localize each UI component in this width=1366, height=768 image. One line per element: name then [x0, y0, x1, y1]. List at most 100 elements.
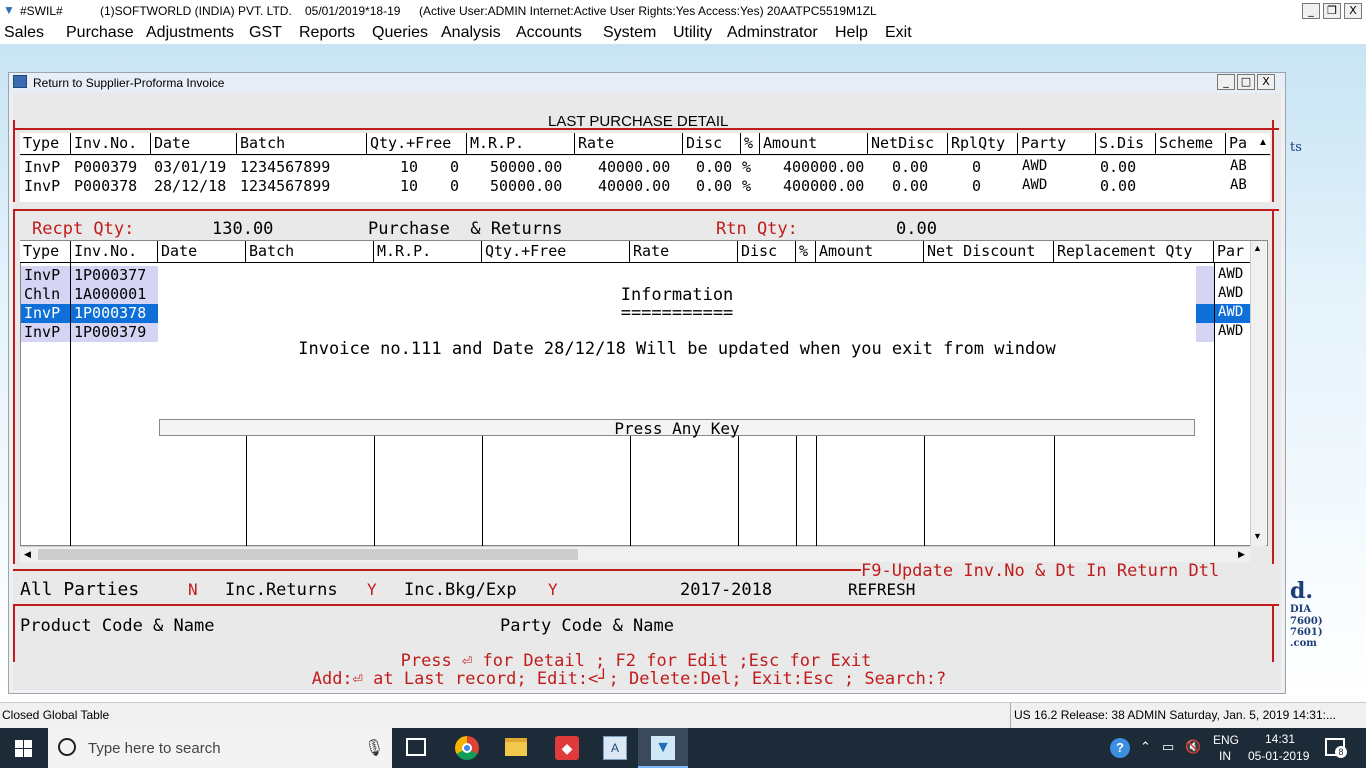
background-text: DIA [1290, 604, 1312, 615]
notification-icon[interactable]: 8 [1325, 738, 1347, 758]
col-rate: Rate [575, 133, 683, 155]
scroll-thumb[interactable] [38, 549, 578, 560]
child-maximize-button[interactable]: □ [1237, 74, 1255, 90]
table-row[interactable]: InvP P000379 03/01/19 1234567899 10 0 50… [20, 158, 1270, 177]
chevron-up-icon[interactable]: ⌃ [1140, 739, 1151, 755]
help-icon[interactable]: ? [1110, 738, 1130, 758]
grid-line [1054, 436, 1055, 546]
status-left: Closed Global Table [2, 708, 110, 722]
cell-type: InvP [24, 158, 61, 176]
background-text: ts [1290, 140, 1302, 155]
cell-free: 0 [450, 158, 460, 176]
cell-inv: 1P000379 [74, 323, 147, 341]
cell-pct: % [742, 158, 752, 176]
notification-count: 8 [1335, 746, 1347, 758]
col-amount: Amount [816, 241, 924, 263]
app-restore-button[interactable]: ❐ [1323, 3, 1341, 19]
inc-returns-label: Inc.Returns [225, 580, 338, 600]
dialog-underline: =========== [620, 303, 734, 323]
microphone-icon[interactable]: 🎙 [364, 738, 384, 758]
menu-purchase[interactable]: Purchase [66, 24, 134, 42]
clock-date[interactable]: 05-01-2019 [1248, 749, 1309, 763]
clock-time[interactable]: 14:31 [1265, 732, 1295, 746]
red-border [13, 209, 15, 564]
col-batch: Batch [246, 241, 374, 263]
menu-adjustments[interactable]: Adjustments [146, 24, 234, 42]
inc-returns-value[interactable]: Y [367, 580, 377, 599]
all-parties-value[interactable]: N [188, 580, 198, 599]
table-row[interactable]: InvP P000378 28/12/18 1234567899 10 0 50… [20, 177, 1270, 196]
file-explorer-icon[interactable] [505, 738, 527, 756]
dialog-footer: Press Any Key [614, 419, 740, 438]
region-label[interactable]: IN [1219, 749, 1231, 763]
refresh-button[interactable]: REFRESH [848, 580, 915, 599]
col-mrp: M.R.P. [374, 241, 482, 263]
anydesk-icon[interactable]: ◆ [555, 736, 579, 760]
col-sdis: S.Dis [1096, 133, 1156, 155]
task-view-icon[interactable] [406, 738, 426, 756]
cell-rplqty: 0 [972, 158, 982, 176]
menu-help[interactable]: Help [835, 24, 868, 42]
menu-exit[interactable]: Exit [885, 24, 912, 42]
col-disc: Disc [738, 241, 796, 263]
app-shortcut-icon[interactable]: A [603, 736, 627, 760]
help-line-1: Press ⏎ for Detail ; F2 for Edit ;Esc fo… [400, 651, 872, 671]
app-minimize-button[interactable]: _ [1302, 3, 1320, 19]
col-scheme: Scheme [1156, 133, 1226, 155]
scroll-down-icon[interactable]: ▼ [1253, 531, 1262, 541]
menu-administrator[interactable]: Adminstrator [727, 24, 818, 42]
background-text: d. [1290, 578, 1314, 604]
scroll-up-icon[interactable]: ▲ [1253, 243, 1262, 253]
col-amount: Amount [760, 133, 868, 155]
scroll-right-icon[interactable]: ▶ [1238, 549, 1245, 560]
language-label[interactable]: ENG [1213, 733, 1239, 747]
last-purchase-rows: InvP P000379 03/01/19 1234567899 10 0 50… [20, 156, 1270, 202]
grid-line [374, 436, 375, 546]
background-text: 7601) [1290, 627, 1323, 638]
swil-taskbar-item[interactable]: ▼ [638, 728, 688, 768]
menu-utility[interactable]: Utility [673, 24, 712, 42]
status-bar: Closed Global Table US 16.2 Release: 38 … [0, 702, 1366, 729]
window-title: Return to Supplier-Proforma Invoice [33, 76, 225, 90]
menu-sales[interactable]: Sales [4, 24, 44, 42]
col-type: Type [20, 133, 71, 155]
cell-inv: 1A000001 [74, 285, 147, 303]
child-close-button[interactable]: X [1257, 74, 1275, 90]
horizontal-scrollbar[interactable]: ◀ ▶ [20, 546, 1250, 562]
chrome-icon[interactable] [455, 736, 479, 760]
f9-hint[interactable]: F9-Update Inv.No & Dt In Return Dtl [861, 561, 1219, 581]
rtn-qty-label: Rtn Qty: [716, 219, 798, 239]
inc-bkg-value[interactable]: Y [548, 580, 558, 599]
child-minimize-button[interactable]: _ [1217, 74, 1235, 90]
inc-bkg-label: Inc.Bkg/Exp [404, 580, 517, 600]
windows-start-icon[interactable] [15, 740, 33, 758]
taskbar-search-box[interactable]: Type here to search 🎙 [48, 728, 392, 768]
volume-muted-icon[interactable]: 🔇 [1185, 739, 1201, 755]
scroll-left-icon[interactable]: ◀ [24, 549, 31, 560]
cell-date: 28/12/18 [154, 177, 227, 195]
cell-inv: P000378 [74, 177, 138, 195]
product-code-label: Product Code & Name [20, 616, 215, 636]
menu-analysis[interactable]: Analysis [441, 24, 501, 42]
cell-party: AWD [1218, 304, 1244, 320]
cell-sdis: 0.00 [1100, 158, 1137, 176]
menu-bar: Sales Purchase Adjustments GST Reports Q… [0, 22, 1366, 44]
col-qty-free: Qty.+Free [367, 133, 467, 155]
menu-accounts[interactable]: Accounts [516, 24, 582, 42]
press-any-key-bar[interactable]: Press Any Key [159, 419, 1195, 438]
col-rate: Rate [630, 241, 738, 263]
menu-reports[interactable]: Reports [299, 24, 355, 42]
app-close-button[interactable]: X [1344, 3, 1362, 19]
cell-rate: 40000.00 [598, 158, 671, 176]
col-pa: Pa [1229, 134, 1248, 152]
network-icon[interactable]: ▭ [1162, 739, 1174, 755]
menu-queries[interactable]: Queries [372, 24, 428, 42]
menu-gst[interactable]: GST [249, 24, 282, 42]
scroll-up-icon[interactable]: ▲ [1256, 133, 1270, 155]
cell-pa: AB [1230, 177, 1247, 193]
status-right: US 16.2 Release: 38 ADMIN Saturday, Jan.… [1014, 708, 1336, 722]
vertical-scrollbar[interactable]: ▲ ▼ [1250, 241, 1266, 546]
grid-line [816, 436, 817, 546]
menu-system[interactable]: System [603, 24, 656, 42]
year-value: 2017-2018 [680, 580, 773, 600]
